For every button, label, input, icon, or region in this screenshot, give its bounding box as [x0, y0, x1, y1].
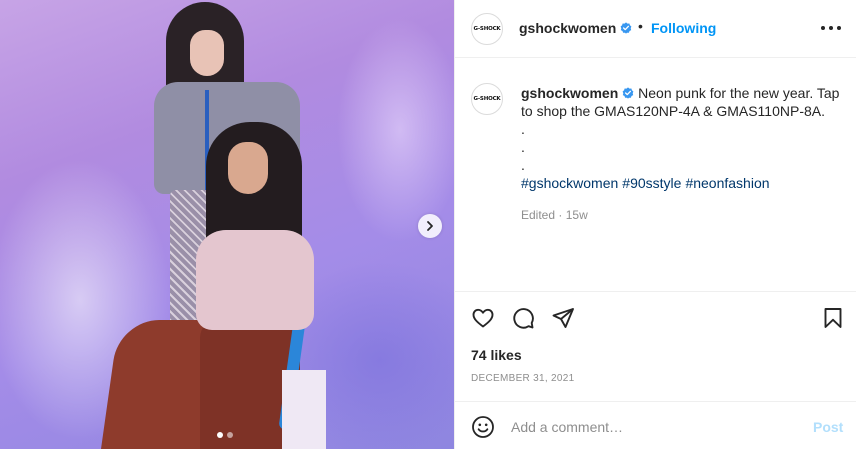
caption-dot: . [521, 121, 525, 137]
post-header: G-SHOCK gshockwomen • Following [455, 0, 856, 58]
following-button[interactable]: Following [651, 20, 716, 36]
caption-avatar[interactable]: G-SHOCK [471, 83, 503, 115]
hashtag-link[interactable]: #gshockwomen [521, 175, 618, 191]
comment-icon[interactable] [511, 306, 535, 330]
header-separator: • [638, 18, 643, 34]
carousel-dot [227, 432, 233, 438]
verified-badge-icon [622, 87, 634, 99]
model-seated-blouse [196, 230, 314, 330]
hashtag-link[interactable]: #neonfashion [685, 175, 769, 191]
heart-icon[interactable] [471, 306, 495, 330]
caption-dot: . [521, 157, 525, 173]
post-age[interactable]: 15w [566, 208, 588, 222]
white-stool [282, 370, 326, 449]
verified-badge-icon [620, 22, 632, 34]
emoji-icon[interactable] [471, 415, 495, 439]
caption-meta: Edited · 15w [521, 206, 841, 224]
chevron-right-icon [427, 221, 433, 231]
comment-input[interactable] [511, 415, 801, 439]
carousel-indicator [217, 432, 233, 438]
caption-body: gshockwomen Neon punk for the new year. … [521, 84, 841, 224]
comment-bar: Post [455, 401, 856, 449]
post-photo[interactable] [0, 0, 454, 449]
post-caption: G-SHOCK gshockwomen Neon punk for the ne… [455, 58, 856, 292]
hashtag-link[interactable]: #90sstyle [622, 175, 681, 191]
likes-count[interactable]: 74 likes [471, 347, 522, 363]
carousel-next-button[interactable] [418, 214, 442, 238]
caption-dot: . [521, 139, 525, 155]
username-link[interactable]: gshockwomen [519, 20, 616, 36]
share-icon[interactable] [551, 306, 575, 330]
bookmark-icon[interactable] [821, 306, 845, 330]
caption-hashtags: #gshockwomen #90sstyle #neonfashion [521, 174, 841, 192]
caption-username-link[interactable]: gshockwomen [521, 85, 618, 101]
post-side-panel: G-SHOCK gshockwomen • Following G-SHOCK … [454, 0, 856, 449]
meta-separator: · [558, 208, 563, 222]
edited-label: Edited [521, 208, 556, 222]
more-options-icon[interactable] [821, 20, 841, 36]
post-comment-button[interactable]: Post [813, 419, 843, 435]
avatar-logo-text: G-SHOCK [473, 96, 501, 102]
carousel-dot-active [217, 432, 223, 438]
model-seated-face [228, 142, 268, 194]
model-standing-face [190, 30, 224, 76]
avatar[interactable]: G-SHOCK [471, 13, 503, 45]
post-date: DECEMBER 31, 2021 [471, 373, 575, 384]
avatar-logo-text: G-SHOCK [473, 26, 501, 32]
action-bar [455, 300, 856, 336]
